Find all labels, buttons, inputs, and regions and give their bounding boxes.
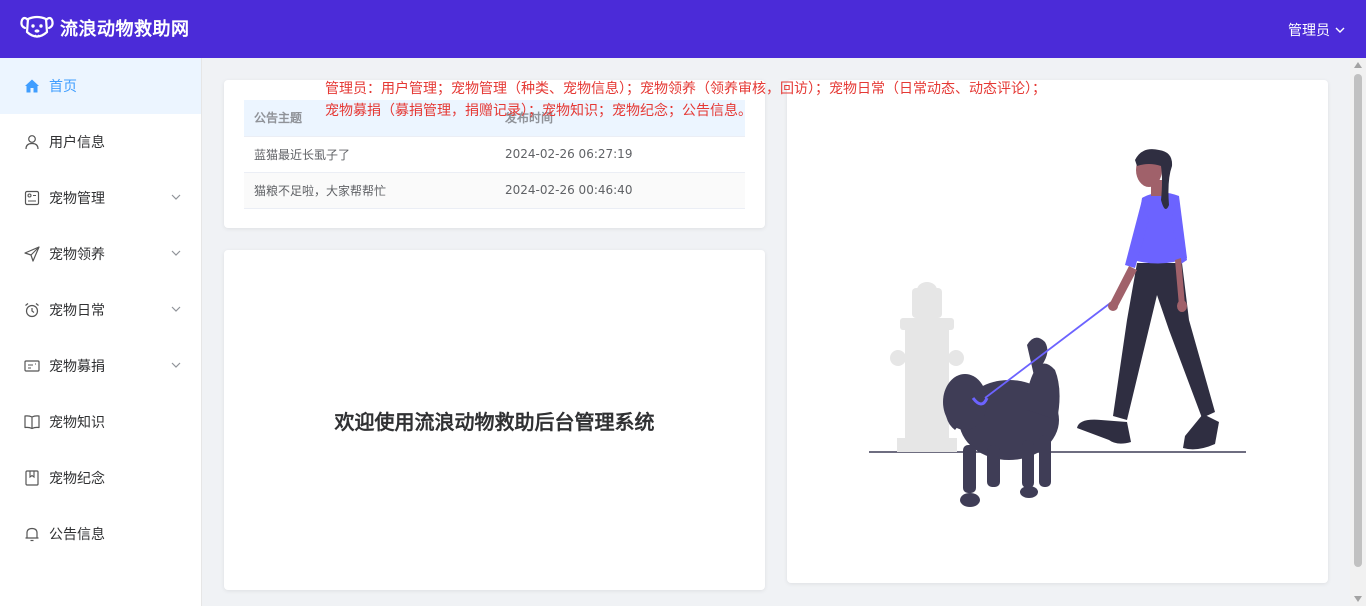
top-header: 流浪动物救助网 管理员 <box>0 0 1366 58</box>
sidebar-item-label: 宠物日常 <box>49 303 105 319</box>
user-name: 管理员 <box>1288 23 1330 39</box>
scroll-down-arrow-icon[interactable] <box>1354 596 1362 602</box>
notice-title[interactable]: 猫粮不足啦，大家帮帮忙 <box>244 172 495 209</box>
sidebar: 首页 用户信息 宠物管理 宠物领养 宠物日常 宠物募捐 宠物知识 宠物纪念 公告… <box>0 58 202 606</box>
table-row[interactable]: 蓝猫最近长虱子了 2024-02-26 06:27:19 <box>244 136 745 173</box>
chevron-down-icon <box>171 250 181 256</box>
sidebar-item-label: 宠物纪念 <box>49 471 105 487</box>
sidebar-item-label: 宠物领养 <box>49 247 105 263</box>
scrollbar-thumb[interactable] <box>1354 74 1362 567</box>
role-note-line: 管理员：用户管理；宠物管理（种类、宠物信息）；宠物领养（领养审核，回访）；宠物日… <box>325 81 1046 97</box>
notice-time: 2024-02-26 00:46:40 <box>495 172 745 209</box>
book-icon <box>24 415 40 430</box>
user-icon <box>25 135 39 150</box>
sidebar-item-home[interactable]: 首页 <box>0 58 201 114</box>
ticket-icon <box>24 360 40 372</box>
alarm-clock-icon <box>25 303 39 318</box>
sidebar-item-notice[interactable]: 公告信息 <box>0 506 201 562</box>
role-note-line: 宠物募捐（募捐管理，捐赠记录）；宠物知识；宠物纪念；公告信息。 <box>325 103 752 119</box>
sidebar-item-label: 宠物知识 <box>49 415 105 431</box>
chevron-down-icon <box>171 194 181 200</box>
sidebar-item-daily[interactable]: 宠物日常 <box>0 282 201 338</box>
sidebar-item-label: 公告信息 <box>49 527 105 543</box>
sidebar-item-users[interactable]: 用户信息 <box>0 114 201 170</box>
woman-walking-dog-illustration <box>869 149 1246 507</box>
main-content: 公告主题 发布时间 蓝猫最近长虱子了 2024-02-26 06:27:19 猫… <box>202 58 1350 606</box>
illustration-card <box>787 80 1328 583</box>
scroll-up-arrow-icon[interactable] <box>1354 62 1362 68</box>
sidebar-item-pet-manage[interactable]: 宠物管理 <box>0 170 201 226</box>
chevron-down-icon <box>1335 27 1345 33</box>
vertical-scrollbar[interactable] <box>1350 58 1366 606</box>
sidebar-item-label: 宠物募捐 <box>49 359 105 375</box>
pet-manage-icon <box>24 190 40 206</box>
notice-title[interactable]: 蓝猫最近长虱子了 <box>244 136 495 173</box>
send-icon <box>24 246 40 262</box>
welcome-card: 欢迎使用流浪动物救助后台管理系统 <box>224 250 765 590</box>
user-dropdown[interactable]: 管理员 <box>1288 20 1346 40</box>
table-row[interactable]: 猫粮不足啦，大家帮帮忙 2024-02-26 00:46:40 <box>244 172 745 209</box>
sidebar-item-donation[interactable]: 宠物募捐 <box>0 338 201 394</box>
sidebar-item-adoption[interactable]: 宠物领养 <box>0 226 201 282</box>
chevron-down-icon <box>171 306 181 312</box>
sidebar-item-label: 首页 <box>49 79 77 95</box>
logo[interactable]: 流浪动物救助网 <box>20 14 190 42</box>
role-permissions-note: 管理员：用户管理；宠物管理（种类、宠物信息）；宠物领养（领养审核，回访）；宠物日… <box>325 78 1185 122</box>
sidebar-item-label: 用户信息 <box>49 135 105 151</box>
sidebar-item-label: 宠物管理 <box>49 191 105 207</box>
chevron-down-icon <box>171 362 181 368</box>
notebook-icon <box>25 470 39 486</box>
welcome-title: 欢迎使用流浪动物救助后台管理系统 <box>334 409 655 434</box>
home-icon <box>25 79 39 93</box>
site-title: 流浪动物救助网 <box>60 19 190 40</box>
notice-time: 2024-02-26 06:27:19 <box>495 136 745 173</box>
bell-icon <box>25 527 39 542</box>
dog-logo-icon <box>20 14 54 42</box>
sidebar-item-knowledge[interactable]: 宠物知识 <box>0 394 201 450</box>
sidebar-item-memorial[interactable]: 宠物纪念 <box>0 450 201 506</box>
